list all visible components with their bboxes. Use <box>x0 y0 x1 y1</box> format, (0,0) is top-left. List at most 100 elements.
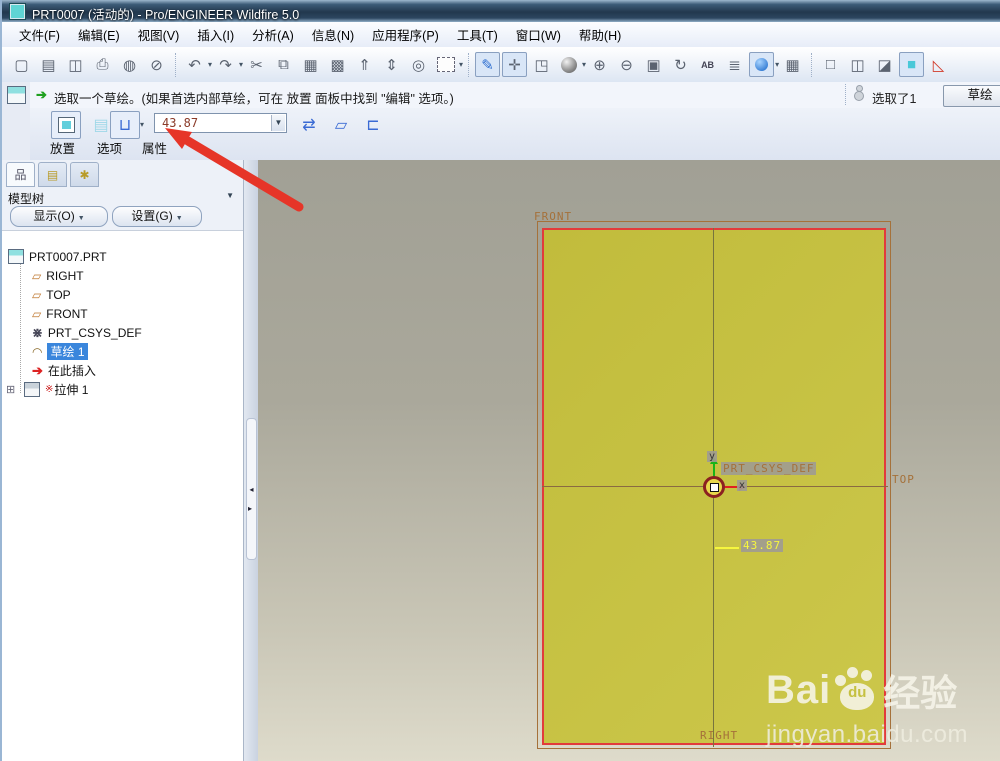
menu-item-insert[interactable]: 插入(I) <box>188 22 243 47</box>
shading-sphere-icon-dropdown[interactable]: ▾ <box>582 60 586 69</box>
cut-icon[interactable]: ✂ <box>244 52 269 77</box>
tree-item-right-plane[interactable]: ▱ RIGHT <box>2 266 243 285</box>
tree-item-label[interactable]: 草绘 1 <box>47 343 88 360</box>
csys-icon: ⋇ <box>32 324 43 340</box>
menu-item-file[interactable]: 文件(F) <box>10 22 69 47</box>
reorient-view-icon[interactable]: ↻ <box>668 52 693 77</box>
selection-filter-box-dropdown[interactable]: ▾ <box>459 60 463 69</box>
menu-item-analysis[interactable]: 分析(A) <box>243 22 303 47</box>
panel-sash[interactable]: ◂ ▸ <box>244 160 258 761</box>
solid-type-button[interactable] <box>51 111 81 139</box>
undo-icon-dropdown[interactable]: ▾ <box>208 60 212 69</box>
menu-item-help[interactable]: 帮助(H) <box>570 22 630 47</box>
tree-item-label[interactable]: PRT0007.PRT <box>29 250 107 264</box>
flip-direction-button[interactable]: ⇄ <box>294 111 324 139</box>
title-bar[interactable]: PRT0007 (活动的) - Pro/ENGINEER Wildfire 5.… <box>2 0 1000 22</box>
tree-item-label[interactable]: PRT_CSYS_DEF <box>48 326 142 340</box>
depth-dropdown-icon[interactable]: ▼ <box>271 115 285 131</box>
spin-center-icon[interactable]: ✛ <box>502 52 528 77</box>
expander-icon[interactable]: ⊞ <box>2 383 24 396</box>
tree-item-label[interactable]: 拉伸 1 <box>54 381 88 398</box>
sketch-action-button[interactable]: 草绘 <box>943 85 1000 107</box>
erase-not-displayed-icon[interactable]: ◍ <box>117 52 142 77</box>
paste-icon[interactable]: ▦ <box>298 52 323 77</box>
tree-item-csys[interactable]: ⋇ PRT_CSYS_DEF <box>2 323 243 342</box>
model-tree-menu-icon[interactable]: ▼ <box>226 191 234 200</box>
regenerate-custom-icon[interactable]: ⇕ <box>379 52 404 77</box>
redo-icon-dropdown[interactable]: ▾ <box>239 60 243 69</box>
depth-option-button-dropdown[interactable]: ▾ <box>140 120 144 129</box>
dimension-value-label[interactable]: 43.87 <box>741 539 784 552</box>
baidu-watermark: Bai du 经验 jingyan.baidu.com <box>766 663 968 749</box>
menu-item-window[interactable]: 窗口(W) <box>507 22 570 47</box>
delete-old-versions-icon[interactable]: ⊘ <box>144 52 169 77</box>
zoom-out-icon[interactable]: ⊖ <box>614 52 639 77</box>
undo-icon[interactable]: ↶ <box>182 52 207 77</box>
find-icon[interactable]: ◎ <box>406 52 431 77</box>
tree-item-label[interactable]: RIGHT <box>46 269 83 283</box>
tree-item-extrude-1[interactable]: ⊞ ※ 拉伸 1 <box>2 380 243 399</box>
tree-item-front-plane[interactable]: ▱ FRONT <box>2 304 243 323</box>
no-hidden-view-icon[interactable]: ◪ <box>872 52 897 77</box>
thicken-sketch-button[interactable]: ▱ <box>326 111 356 139</box>
message-bar: ➔ 选取一个草绘。(如果首选内部草绘，可在 放置 面板中找到 "编辑" 选项。)… <box>30 82 1000 109</box>
tab-favorites[interactable]: ✱ <box>70 162 99 187</box>
tree-item-label[interactable]: 在此插入 <box>48 362 96 379</box>
tree-item-top-plane[interactable]: ▱ TOP <box>2 285 243 304</box>
shaded-view-icon[interactable]: ■ <box>899 52 925 77</box>
print-icon[interactable]: ⎙ <box>90 52 115 77</box>
copy-icon[interactable]: ⧉ <box>271 52 296 77</box>
open-file-icon[interactable]: ▤ <box>36 52 61 77</box>
zoom-in-icon[interactable]: ⊕ <box>587 52 612 77</box>
remove-material-button[interactable]: ⊏ <box>358 111 388 139</box>
extrude-dashboard: ▤ ⊔ ▾ 43.87 ▼ ⇄ ▱ ⊏ 放置 选项 属性 <box>30 108 1000 161</box>
csys-origin-marker[interactable] <box>703 476 725 498</box>
tab-folder-browser[interactable]: ▤ <box>38 162 67 187</box>
settings-button[interactable]: 设置(G) ▼ <box>112 206 202 227</box>
layers-icon[interactable]: ≣ <box>722 52 747 77</box>
hidden-line-view-icon[interactable]: ◫ <box>845 52 870 77</box>
orient-mode-icon[interactable]: ◳ <box>529 52 554 77</box>
saved-views-icon[interactable]: AB <box>695 52 720 77</box>
collapse-panel-handle[interactable]: ◂ <box>246 418 257 560</box>
tab-properties[interactable]: 属性 <box>142 138 167 157</box>
tree-item-prt0007[interactable]: PRT0007.PRT <box>2 247 243 266</box>
tab-model-tree[interactable]: 品 <box>6 162 35 187</box>
paste-special-icon[interactable]: ▩ <box>325 52 350 77</box>
redo-icon[interactable]: ↷ <box>213 52 238 77</box>
tab-placement[interactable]: 放置 <box>50 138 75 157</box>
status-separator <box>845 84 846 105</box>
menu-item-tools[interactable]: 工具(T) <box>448 22 507 47</box>
show-button[interactable]: 显示(O) ▼ <box>10 206 108 227</box>
datum-plane-icon: ▱ <box>32 287 42 302</box>
selection-filter-icon[interactable] <box>854 85 864 101</box>
depth-option-button[interactable]: ⊔ <box>110 111 140 139</box>
shading-sphere-icon[interactable] <box>556 52 581 77</box>
save-icon[interactable]: ◫ <box>63 52 88 77</box>
zoom-fit-icon[interactable]: ▣ <box>641 52 666 77</box>
new-file-icon[interactable]: ▢ <box>9 52 34 77</box>
depth-value-combobox[interactable]: 43.87 ▼ <box>154 113 287 133</box>
tree-item-insert-here[interactable]: ➔ 在此插入 <box>2 361 243 380</box>
menu-item-applications[interactable]: 应用程序(P) <box>363 22 448 47</box>
datum-display-icon[interactable] <box>749 52 775 77</box>
graphics-area[interactable]: FRONT TOP RIGHT y x PRT_CSYS_DEF 43.87 B… <box>258 160 1000 761</box>
selection-filter-box[interactable] <box>433 52 458 77</box>
screen-capture-icon[interactable]: ▦ <box>780 52 805 77</box>
menu-item-edit[interactable]: 编辑(E) <box>69 22 129 47</box>
tab-options[interactable]: 选项 <box>97 138 122 157</box>
expand-panel-arrow[interactable]: ▸ <box>248 504 252 513</box>
datum-planes-toggle-icon[interactable]: ◺ <box>926 52 951 77</box>
depth-value[interactable]: 43.87 <box>162 116 198 130</box>
menu-item-view[interactable]: 视图(V) <box>129 22 189 47</box>
wireframe-view-icon[interactable]: □ <box>818 52 843 77</box>
menu-item-info[interactable]: 信息(N) <box>303 22 363 47</box>
extrude-icon <box>24 382 40 397</box>
regenerate-icon[interactable]: ⇑ <box>352 52 377 77</box>
tree-item-sketch-1[interactable]: ◠ 草绘 1 <box>2 342 243 361</box>
datum-display-icon-dropdown[interactable]: ▾ <box>775 60 779 69</box>
tree-item-label[interactable]: TOP <box>46 288 70 302</box>
tree-item-label[interactable]: FRONT <box>46 307 87 321</box>
x-axis-label: x <box>737 480 748 491</box>
repaint-icon[interactable]: ✎ <box>475 52 501 77</box>
